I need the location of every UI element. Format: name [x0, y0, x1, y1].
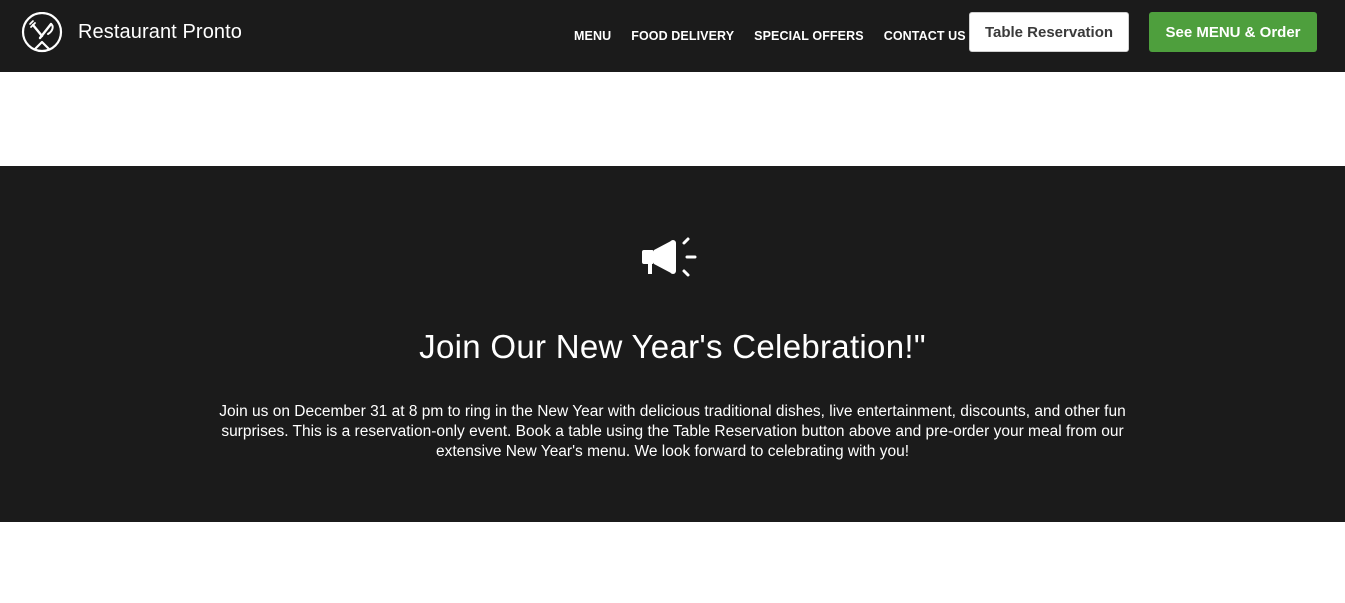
announcement-title: Join Our New Year's Celebration!" [419, 328, 926, 365]
table-reservation-button[interactable]: Table Reservation [969, 12, 1129, 52]
announcement-section: Join Our New Year's Celebration!" Join u… [0, 166, 1345, 522]
nav-item-special-offers[interactable]: SPECIAL OFFERS [744, 29, 874, 43]
announcement-body: Join us on December 31 at 8 pm to ring i… [219, 403, 1126, 460]
nav-item-contact-us[interactable]: CONTACT US [874, 29, 976, 43]
megaphone-icon [642, 237, 697, 277]
main-nav: MENU FOOD DELIVERY SPECIAL OFFERS CONTAC… [564, 0, 976, 72]
navbar: Restaurant Pronto MENU FOOD DELIVERY SPE… [0, 0, 1345, 72]
see-menu-order-button[interactable]: See MENU & Order [1149, 12, 1317, 52]
brand-link[interactable]: Restaurant Pronto [20, 12, 242, 56]
nav-item-menu[interactable]: MENU [564, 29, 621, 43]
brand-name: Restaurant Pronto [78, 20, 243, 43]
nav-item-food-delivery[interactable]: FOOD DELIVERY [621, 29, 744, 43]
plate-fork-knife-icon [21, 12, 63, 53]
